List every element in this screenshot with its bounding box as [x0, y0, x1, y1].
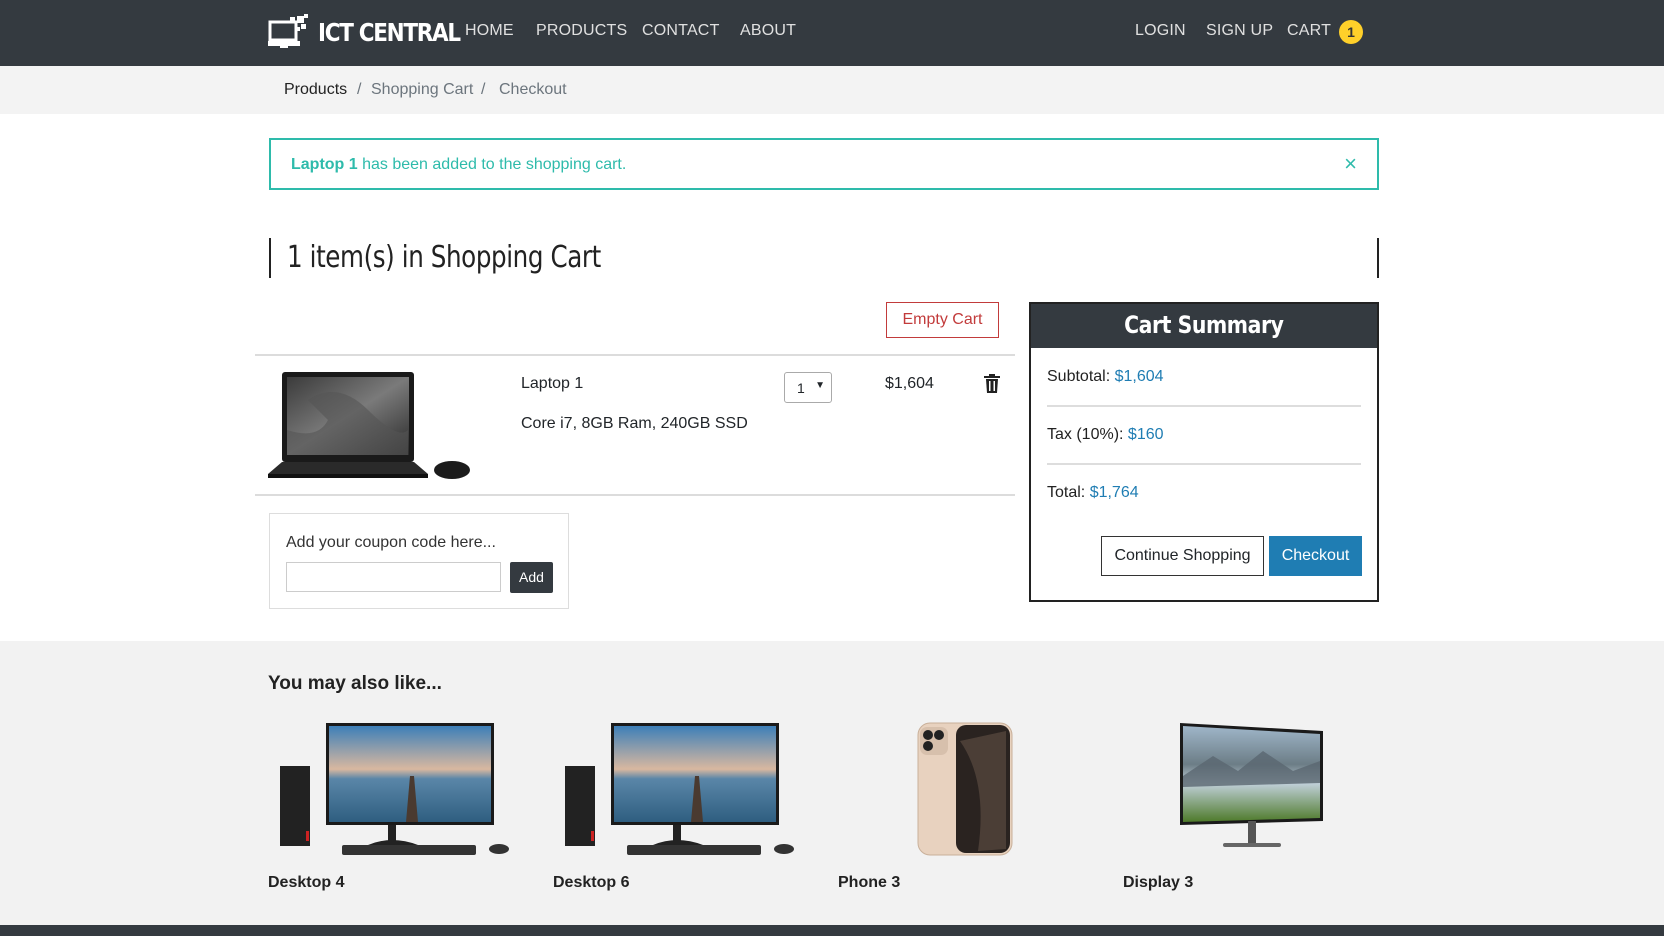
brand-logo[interactable]: ICT CENTRAL: [268, 12, 483, 52]
recommendations-section: You may also like... Desktop 4 Desktop 6…: [0, 641, 1664, 925]
tax-label: Tax (10%):: [1047, 426, 1128, 443]
cart-count-badge[interactable]: 1: [1339, 20, 1363, 44]
coupon-label: Add your coupon code here...: [286, 534, 496, 551]
add-coupon-button[interactable]: Add: [510, 562, 553, 593]
phone-product-image: [917, 722, 1013, 856]
checkout-button[interactable]: Checkout: [1269, 536, 1362, 576]
tax-row: Tax (10%): $160: [1047, 426, 1164, 444]
alert-product-name: Laptop 1: [291, 156, 358, 173]
navbar: ICT CENTRAL HOME PRODUCTS CONTACT ABOUT …: [0, 0, 1664, 66]
breadcrumb-products[interactable]: Products: [284, 81, 347, 99]
divider: [1047, 463, 1361, 465]
cart-summary: Cart Summary Subtotal: $1,604 Tax (10%):…: [1029, 302, 1379, 602]
breadcrumb-separator: /: [481, 81, 486, 98]
item-description: Core i7, 8GB Ram, 240GB SSD: [521, 415, 748, 432]
recommendation-card[interactable]: Desktop 4: [268, 721, 518, 891]
recommendation-card[interactable]: Phone 3: [838, 721, 1088, 891]
subtotal-label: Subtotal:: [1047, 368, 1115, 385]
item-name[interactable]: Laptop 1: [521, 375, 583, 393]
trash-icon[interactable]: [984, 374, 1000, 393]
total-label: Total:: [1047, 484, 1090, 501]
added-to-cart-alert: Laptop 1 has been added to the shopping …: [269, 138, 1379, 190]
recommendations-title: You may also like...: [268, 673, 442, 694]
quantity-select[interactable]: 1 ▼: [784, 372, 832, 403]
nav-signup[interactable]: SIGN UP: [1206, 22, 1273, 40]
quantity-value: 1: [797, 380, 805, 396]
breadcrumb-separator: /: [357, 81, 362, 98]
recommendation-card[interactable]: Display 3: [1123, 721, 1373, 891]
nav-cart[interactable]: CART: [1287, 22, 1331, 40]
divider: [255, 354, 1015, 356]
recommendation-card[interactable]: Desktop 6: [553, 721, 803, 891]
nav-home[interactable]: HOME: [465, 22, 514, 40]
recommendation-name: Desktop 6: [553, 874, 630, 891]
divider: [255, 494, 1015, 496]
recommendation-name: Desktop 4: [268, 874, 345, 891]
tax-value: $160: [1127, 426, 1164, 443]
item-price: $1,604: [885, 375, 934, 392]
nav-contact[interactable]: CONTACT: [642, 22, 720, 40]
desktop-product-image: [565, 723, 794, 855]
total-value: $1,764: [1089, 484, 1139, 501]
coupon-input[interactable]: [286, 562, 501, 592]
monitor-product-image: [1180, 723, 1323, 847]
nav-about[interactable]: ABOUT: [740, 22, 796, 40]
cart-summary-title: Cart Summary: [1124, 311, 1284, 339]
subtotal-row: Subtotal: $1,604: [1047, 368, 1164, 386]
recommendation-name: Display 3: [1123, 874, 1194, 891]
footer: [0, 925, 1664, 936]
alert-message: Laptop 1 has been added to the shopping …: [291, 156, 626, 174]
breadcrumb-checkout: Checkout: [499, 81, 567, 98]
close-icon[interactable]: ×: [1344, 153, 1357, 175]
nav-login[interactable]: LOGIN: [1135, 22, 1186, 40]
nav-products[interactable]: PRODUCTS: [536, 22, 627, 40]
total-row: Total: $1,764: [1047, 484, 1139, 502]
alert-text: has been added to the shopping cart.: [357, 156, 627, 173]
continue-shopping-button[interactable]: Continue Shopping: [1101, 536, 1264, 576]
coupon-box: Add your coupon code here... Add: [269, 513, 569, 609]
subtotal-value: $1,604: [1114, 368, 1164, 385]
page-title: 1 item(s) in Shopping Cart: [287, 240, 601, 275]
chevron-down-icon: ▼: [815, 380, 825, 391]
recommendation-name: Phone 3: [838, 874, 901, 891]
cart-heading-box: 1 item(s) in Shopping Cart: [269, 238, 1379, 278]
cart-summary-header: Cart Summary: [1031, 304, 1377, 348]
breadcrumb-shopping-cart[interactable]: Shopping Cart: [371, 81, 473, 99]
laptop-product-image: [268, 372, 470, 479]
divider: [1047, 405, 1361, 407]
empty-cart-button[interactable]: Empty Cart: [886, 302, 999, 338]
brand-name: ICT CENTRAL: [318, 17, 461, 47]
breadcrumb: Products / Shopping Cart / Checkout: [0, 66, 1664, 114]
computer-logo-icon: [268, 14, 308, 48]
desktop-product-image: [280, 723, 509, 855]
